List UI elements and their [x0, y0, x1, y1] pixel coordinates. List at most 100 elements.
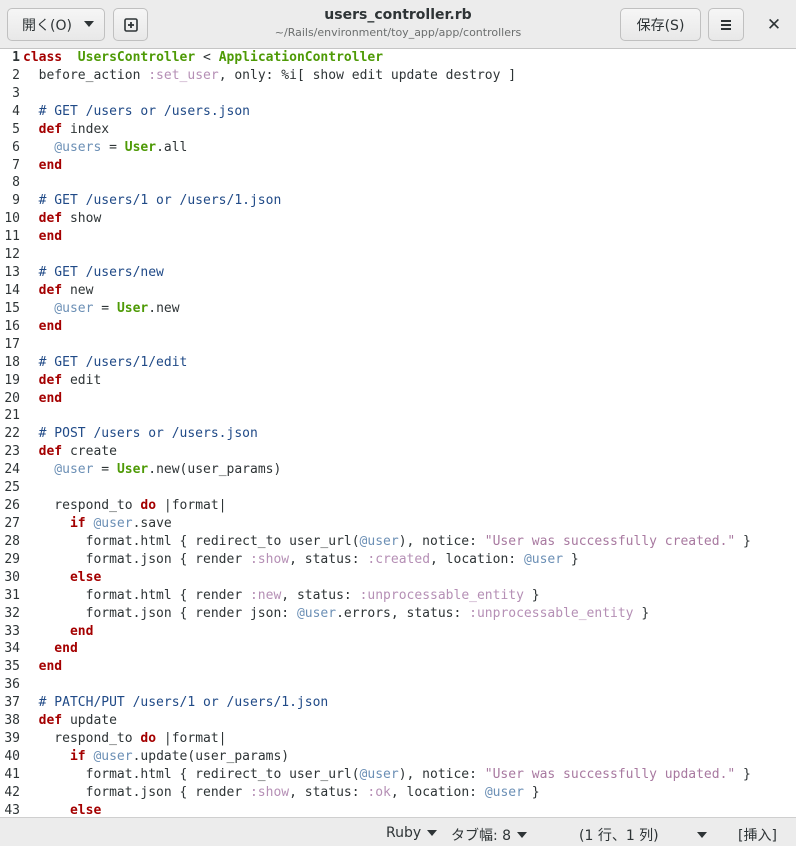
code-text: if @user.update(user_params) — [23, 749, 289, 764]
code-line[interactable]: 1 class UsersController < ApplicationCont… — [0, 49, 751, 67]
code-line[interactable]: 6 @users = User.all — [0, 139, 751, 157]
code-line[interactable]: 9 # GET /users/1 or /users/1.json — [0, 192, 751, 210]
code-token: # GET /users/1/edit — [23, 354, 188, 370]
line-number: 24 — [4, 462, 20, 478]
code-line[interactable]: 26 respond_to do |format| — [0, 497, 751, 515]
code-token: class — [23, 50, 63, 65]
code-token: index — [62, 121, 110, 137]
code-token: show — [62, 211, 102, 227]
code-line[interactable]: 35 end — [0, 658, 751, 676]
code-token: respond_to — [23, 498, 141, 514]
cursor-position-selector[interactable]: (1 行、1 列) — [579, 825, 707, 845]
cursor-position-label: (1 行、1 列) — [579, 828, 659, 844]
code-line[interactable]: 2 before_action :set_user, only: %i[ sho… — [0, 67, 751, 85]
code-token: , location: — [430, 551, 524, 567]
code-token: } — [735, 533, 751, 549]
insert-mode-indicator[interactable]: [挿入] — [738, 825, 777, 845]
code-text: format.html { render :new, status: :unpr… — [23, 588, 540, 603]
code-line[interactable]: 3 — [0, 85, 751, 103]
code-line[interactable]: 19 def edit — [0, 372, 751, 390]
language-selector[interactable]: Ruby — [386, 825, 438, 841]
code-text: # GET /users/1/edit — [23, 354, 188, 370]
code-line[interactable]: 17 — [0, 336, 751, 354]
code-text: respond_to do |format| — [23, 731, 226, 746]
code-line[interactable]: 31 format.html { render :new, status: :u… — [0, 587, 751, 605]
code-text: @user = User.new(user_params) — [23, 462, 281, 477]
code-line[interactable]: 11 end — [0, 228, 751, 246]
code-token: @user — [359, 533, 399, 549]
code-line[interactable]: 18 # GET /users/1/edit — [0, 354, 751, 372]
code-text: def new — [23, 283, 94, 298]
code-token: < — [195, 50, 219, 65]
code-line[interactable]: 38 def update — [0, 712, 751, 730]
code-line[interactable]: 23 def create — [0, 443, 751, 461]
code-line[interactable]: 10 def show — [0, 210, 751, 228]
code-token: .new — [148, 300, 180, 316]
code-line[interactable]: 12 — [0, 246, 751, 264]
code-token: .update(user_params) — [132, 748, 290, 764]
code-line[interactable]: 40 if @user.update(user_params) — [0, 748, 751, 766]
code-line[interactable]: 43 else — [0, 802, 751, 817]
code-line[interactable]: 27 if @user.save — [0, 515, 751, 533]
menu-button[interactable] — [708, 8, 744, 41]
code-token: .save — [132, 515, 172, 531]
code-line[interactable]: 22 # POST /users or /users.json — [0, 425, 751, 443]
code-token: edit — [62, 372, 102, 388]
save-button[interactable]: 保存(S) — [620, 8, 701, 41]
code-token: @user — [523, 551, 564, 567]
code-line[interactable]: 28 format.html { redirect_to user_url(@u… — [0, 533, 751, 551]
code-token: def — [23, 444, 63, 460]
code-line[interactable]: 8 — [0, 174, 751, 192]
code-line[interactable]: 39 respond_to do |format| — [0, 730, 751, 748]
line-number: 39 — [4, 731, 20, 747]
line-number: 28 — [4, 533, 20, 549]
code-token: } — [523, 784, 540, 800]
close-button[interactable]: ✕ — [757, 12, 791, 38]
code-line[interactable]: 21 — [0, 407, 751, 425]
open-button[interactable]: 開く(O) — [7, 8, 105, 41]
code-line[interactable]: 42 format.json { render :show, status: :… — [0, 784, 751, 802]
code-line[interactable]: 33 end — [0, 623, 751, 641]
code-line[interactable]: 41 format.html { redirect_to user_url(@u… — [0, 766, 751, 784]
code-line[interactable]: 13 # GET /users/new — [0, 264, 751, 282]
code-text: def update — [23, 713, 117, 728]
close-icon: ✕ — [766, 15, 782, 35]
code-text: def show — [23, 211, 102, 227]
chevron-down-icon — [427, 830, 438, 836]
code-line[interactable]: 20 end — [0, 390, 751, 408]
code-text: else — [23, 803, 101, 817]
code-token: # GET /users or /users.json — [23, 103, 250, 119]
code-token: User — [124, 139, 157, 155]
code-line[interactable]: 30 else — [0, 569, 751, 587]
status-bar: Ruby タブ幅: 8 (1 行、1 列) [挿入] — [0, 817, 796, 846]
code-line[interactable]: 14 def new — [0, 282, 751, 300]
code-text: before_action :set_user, only: %i[ show … — [23, 68, 516, 83]
code-line[interactable]: 25 — [0, 479, 751, 497]
code-line[interactable]: 4 # GET /users or /users.json — [0, 103, 751, 121]
code-line[interactable]: 16 end — [0, 318, 751, 336]
code-token: def — [23, 713, 63, 729]
code-token: create — [62, 444, 117, 460]
code-text: end — [23, 319, 63, 334]
new-document-button[interactable] — [113, 8, 148, 41]
hamburger-menu-icon — [721, 19, 731, 30]
vertical-scrollbar[interactable] — [788, 49, 796, 817]
code-line[interactable]: 37 # PATCH/PUT /users/1 or /users/1.json — [0, 694, 751, 712]
code-line[interactable]: 7 end — [0, 157, 751, 175]
line-number: 11 — [4, 229, 20, 245]
code-editor[interactable]: 1 class UsersController < ApplicationCont… — [0, 49, 796, 817]
line-number: 9 — [12, 193, 20, 209]
code-line[interactable]: 15 @user = User.new — [0, 300, 751, 318]
code-line[interactable]: 32 format.json { render json: @user.erro… — [0, 605, 751, 623]
code-token: :unprocessable_entity — [469, 605, 634, 621]
insert-mode-label: [挿入] — [738, 828, 777, 844]
code-text: format.html { redirect_to user_url(@user… — [23, 534, 751, 549]
code-line[interactable]: 29 format.json { render :show, status: :… — [0, 551, 751, 569]
code-token: if — [23, 748, 86, 764]
code-text: # PATCH/PUT /users/1 or /users/1.json — [23, 695, 329, 710]
code-line[interactable]: 5 def index — [0, 121, 751, 139]
code-line[interactable]: 36 — [0, 676, 751, 694]
tab-width-selector[interactable]: タブ幅: 8 — [451, 825, 528, 845]
code-line[interactable]: 34 end — [0, 640, 751, 658]
code-line[interactable]: 24 @user = User.new(user_params) — [0, 461, 751, 479]
